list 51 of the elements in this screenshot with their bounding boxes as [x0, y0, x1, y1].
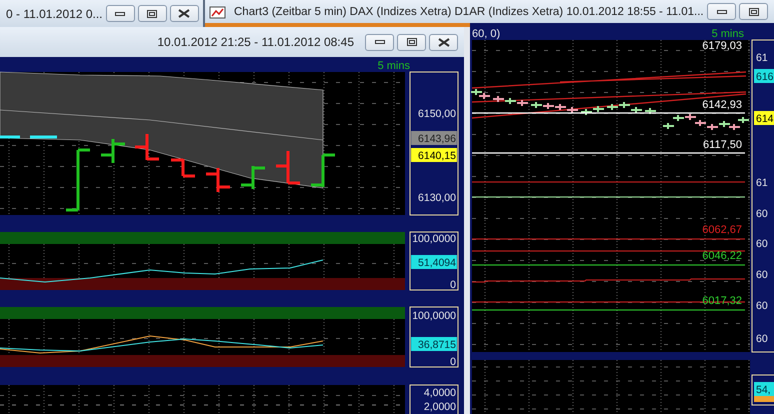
- axis-label: 6140,15: [411, 148, 457, 162]
- axis-label: 0: [450, 356, 456, 368]
- minimize-button[interactable]: [365, 34, 394, 50]
- moving-average-line: [0, 136, 58, 138]
- axis-label: 4,0000: [424, 387, 456, 399]
- close-icon: [178, 9, 190, 18]
- minimize-icon: [374, 39, 384, 45]
- close-icon: [438, 38, 450, 46]
- timeframe-label: 5 mins: [378, 60, 410, 72]
- axis-label: 614: [754, 111, 774, 125]
- window-title: 0 - 11.01.2012 0...: [6, 6, 103, 20]
- axis-label: 61: [756, 52, 768, 64]
- axis-label: 6143,96: [411, 131, 457, 145]
- axis-label: 36,8715: [411, 337, 457, 351]
- minimize-icon: [115, 10, 126, 16]
- axis-label: 60: [756, 333, 768, 345]
- axis-label: 60: [756, 300, 768, 312]
- window-title: 10.01.2012 21:25 - 11.01.2012 08:45: [157, 35, 354, 49]
- axis-label: 6150,00: [418, 108, 456, 120]
- level-label: 6046,22: [702, 250, 742, 262]
- timeframe-label: 5 mins: [712, 28, 744, 40]
- axis-label: 100,0000: [412, 233, 456, 245]
- axis-label: 51,4094: [411, 255, 457, 269]
- chart-window-icon: [209, 4, 227, 20]
- axis-label: 60: [756, 208, 768, 220]
- axis-label: 616: [754, 69, 774, 83]
- level-label: 6179,03: [702, 40, 742, 52]
- window-title: Chart3 (Zeitbar 5 min) DAX (Indizes Xetra) D1AR (Indizes Xetra) 10.01.2012 18:55 - 11.01...: [234, 6, 704, 18]
- indicator-header: 60, 0): [472, 28, 500, 40]
- axis-label: 60: [756, 269, 768, 281]
- restore-icon: [748, 8, 758, 16]
- minimize-button[interactable]: [106, 5, 135, 22]
- minimize-icon: [716, 8, 726, 14]
- axis-label: 2,0000: [424, 401, 456, 413]
- level-label: 6117,50: [703, 139, 742, 151]
- maximize-button[interactable]: [739, 3, 768, 20]
- axis-label: 6130,00: [418, 192, 456, 204]
- restore-icon: [147, 10, 158, 18]
- axis-label: 0: [450, 279, 456, 291]
- maximize-button[interactable]: [397, 34, 426, 50]
- axis-label: 61: [756, 177, 768, 189]
- axis-label: 60: [756, 238, 768, 250]
- minimize-button[interactable]: [707, 3, 736, 20]
- close-button[interactable]: [429, 34, 458, 50]
- axis-label: 54,: [754, 382, 774, 396]
- restore-icon: [406, 38, 416, 46]
- level-label: 6062,67: [702, 224, 742, 236]
- maximize-button[interactable]: [138, 5, 167, 22]
- axis-label: 100,0000: [412, 310, 456, 322]
- level-label: 6142,93: [702, 99, 742, 111]
- close-button[interactable]: [170, 5, 199, 22]
